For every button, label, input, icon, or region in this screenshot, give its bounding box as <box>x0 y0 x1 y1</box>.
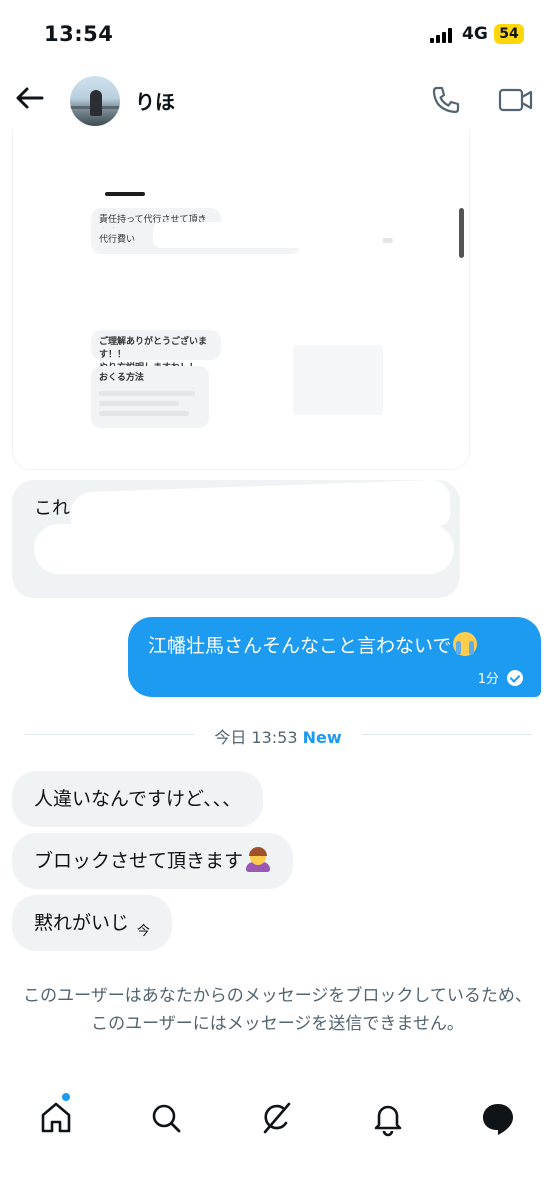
call-button[interactable] <box>428 82 464 118</box>
bell-icon <box>374 1105 402 1137</box>
network-type: 4G <box>462 24 488 44</box>
avatar[interactable] <box>70 76 120 126</box>
blocked-notice: このユーザーはあなたからのメッセージをブロックしているため、このユーザーにはメッ… <box>23 986 532 1034</box>
received-image-message[interactable]: 責任持って代行させて頂きます！！ 代行費い ご理解ありがとうございます！！ やり… <box>12 130 470 470</box>
new-badge: New <box>302 728 342 747</box>
crying-face-icon <box>453 632 478 656</box>
screenshot-bubble-title: おくる方法 <box>99 373 144 383</box>
screenshot-bubble: ご理解ありがとうございます！！ やり方説明しますね！！ <box>91 330 221 373</box>
nav-grok[interactable] <box>257 1098 297 1138</box>
sent-message-text: 江幡壮馬さんそんなこと言わないで <box>148 631 478 658</box>
sent-message-time: 1分 <box>477 672 499 687</box>
nav-search[interactable] <box>146 1098 186 1138</box>
separator-label: 今日 13:53 <box>214 728 298 747</box>
message-time: 今 <box>137 924 151 939</box>
received-message-redacted[interactable]: これ <box>12 480 460 598</box>
received-message[interactable]: 人違いなんですけど、、、 <box>12 771 264 827</box>
received-message[interactable]: 黙れがいじ今 <box>12 895 173 951</box>
sent-message-meta: 1分 <box>478 668 523 687</box>
screenshot-bubble: おくる方法 <box>91 366 209 428</box>
video-call-button[interactable] <box>496 82 536 118</box>
contact-name[interactable]: りほ <box>135 86 175 115</box>
message-text: ブロックさせて頂きます <box>34 850 244 872</box>
status-bar: 13:54 4G 54 <box>0 0 555 70</box>
back-button[interactable] <box>12 80 48 116</box>
status-time: 13:54 <box>44 22 114 46</box>
redaction-mask <box>34 524 454 574</box>
received-message[interactable]: ブロックさせて頂きます <box>12 833 294 889</box>
home-unread-dot <box>62 1093 70 1101</box>
phone-icon <box>432 86 460 114</box>
messages-icon <box>483 1104 513 1135</box>
message-text: 人違いなんですけど、、、 <box>34 788 242 810</box>
signal-icon <box>430 27 456 43</box>
sent-message[interactable]: 江幡壮馬さんそんなこと言わないで 1分 <box>128 617 541 697</box>
person-bowing-icon <box>245 847 271 873</box>
message-text: 黙れがいじ <box>34 912 130 934</box>
bottom-navigation <box>0 1088 555 1148</box>
nav-messages[interactable] <box>478 1098 518 1138</box>
grok-icon <box>263 1102 291 1134</box>
conversation-header: りほ <box>0 70 555 130</box>
home-icon <box>41 1102 71 1133</box>
nav-home[interactable] <box>36 1098 76 1138</box>
screenshot-scrollbar <box>459 208 464 258</box>
read-check-icon <box>507 669 523 686</box>
search-icon <box>152 1104 181 1133</box>
message-text: これ <box>34 498 70 519</box>
video-camera-icon <box>498 88 533 112</box>
battery-icon: 54 <box>494 24 524 44</box>
embedded-screenshot: 責任持って代行させて頂きます！！ 代行費い ご理解ありがとうございます！！ やり… <box>83 130 423 460</box>
nav-notifications[interactable] <box>368 1098 408 1138</box>
arrow-left-icon <box>16 87 44 109</box>
date-separator: 今日 13:53 New <box>24 722 532 747</box>
